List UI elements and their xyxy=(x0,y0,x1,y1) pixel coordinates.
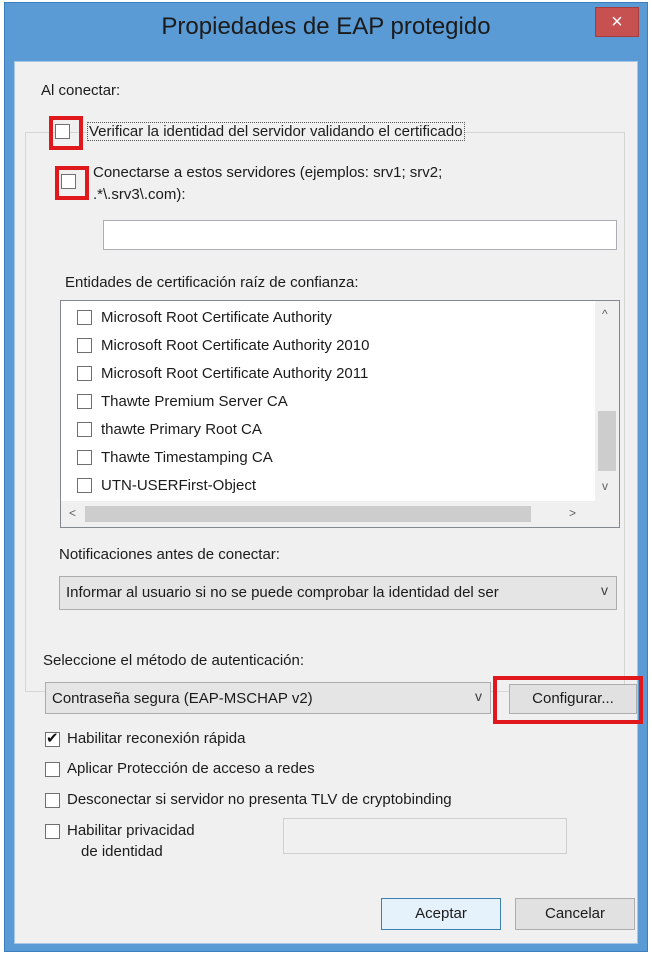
list-item[interactable]: thawte Primary Root CA xyxy=(61,417,591,445)
notifications-select[interactable]: Informar al usuario si no se puede compr… xyxy=(59,576,617,610)
identity-privacy-label-line2: de identidad xyxy=(81,843,163,860)
vertical-scroll-thumb[interactable] xyxy=(598,411,616,471)
list-item-checkbox[interactable] xyxy=(77,450,92,465)
servers-input[interactable] xyxy=(103,220,617,250)
scroll-down-icon[interactable]: v xyxy=(602,479,608,493)
cancel-button[interactable]: Cancelar xyxy=(515,898,635,930)
identity-privacy-input xyxy=(283,818,567,854)
horizontal-scrollbar[interactable]: < > xyxy=(61,501,619,527)
identity-privacy-label-line1: Habilitar privacidad xyxy=(67,822,195,839)
list-item-checkbox[interactable] xyxy=(77,338,92,353)
nap-label: Aplicar Protección de acceso a redes xyxy=(67,760,315,777)
list-item[interactable]: Thawte Premium Server CA xyxy=(61,389,591,417)
list-item-checkbox[interactable] xyxy=(77,366,92,381)
list-item-checkbox[interactable] xyxy=(77,394,92,409)
scroll-right-icon[interactable]: > xyxy=(569,506,576,520)
identity-privacy-checkbox[interactable] xyxy=(45,824,60,839)
dialog-title: Propiedades de EAP protegido xyxy=(161,13,491,40)
list-item[interactable]: UTN-USERFirst-Object xyxy=(61,473,591,501)
auth-method-label: Seleccione el método de autenticación: xyxy=(43,652,305,669)
ok-button[interactable]: Aceptar xyxy=(381,898,501,930)
chevron-down-icon: v xyxy=(601,582,608,598)
close-button[interactable]: × xyxy=(595,7,639,37)
list-item[interactable]: Thawte Timestamping CA xyxy=(61,445,591,473)
list-item-label: Microsoft Root Certificate Authority 201… xyxy=(101,365,369,382)
auth-method-selected: Contraseña segura (EAP-MSCHAP v2) xyxy=(52,690,313,707)
auth-method-select[interactable]: Contraseña segura (EAP-MSCHAP v2) v xyxy=(45,682,491,714)
connect-servers-label-line1: Conectarse a estos servidores (ejemplos:… xyxy=(93,164,443,181)
list-item-checkbox[interactable] xyxy=(77,310,92,325)
cryptobinding-label: Desconectar si servidor no presenta TLV … xyxy=(67,791,452,808)
list-item[interactable]: Microsoft Root Certificate Authority 201… xyxy=(61,361,591,389)
list-item[interactable]: Microsoft Root Certificate Authority 201… xyxy=(61,333,591,361)
fast-reconnect-label: Habilitar reconexión rápida xyxy=(67,730,246,747)
notifications-selected: Informar al usuario si no se puede compr… xyxy=(66,584,499,601)
trusted-root-list[interactable]: Microsoft Root Certificate Authority Mic… xyxy=(60,300,620,528)
scroll-up-icon[interactable]: ^ xyxy=(602,307,608,321)
trusted-root-label: Entidades de certificación raíz de confi… xyxy=(65,274,359,291)
highlight-connect-servers xyxy=(55,166,89,200)
connect-heading: Al conectar: xyxy=(41,82,121,99)
cryptobinding-checkbox[interactable] xyxy=(45,793,60,808)
title-bar[interactable]: Propiedades de EAP protegido × xyxy=(5,3,647,59)
chevron-down-icon: v xyxy=(475,688,482,704)
horizontal-scroll-thumb[interactable] xyxy=(85,506,531,522)
scroll-left-icon[interactable]: < xyxy=(69,506,76,520)
close-icon: × xyxy=(611,11,623,33)
list-item-label: Thawte Timestamping CA xyxy=(101,449,273,466)
list-item-label: Microsoft Root Certificate Authority 201… xyxy=(101,337,370,354)
list-item-label: UTN-USERFirst-Object xyxy=(101,477,257,494)
highlight-configure-button xyxy=(493,676,643,724)
list-item[interactable]: Microsoft Root Certificate Authority xyxy=(61,305,591,333)
list-item-label: Thawte Premium Server CA xyxy=(101,393,288,410)
connect-servers-label-line2: .*\.srv3\.com): xyxy=(93,186,186,203)
vertical-scrollbar[interactable]: ^ v xyxy=(595,301,619,501)
dialog-client-area: Al conectar: Verificar la identidad del … xyxy=(14,61,643,944)
eap-properties-dialog: Propiedades de EAP protegido × Al conect… xyxy=(4,2,648,952)
list-item-label: thawte Primary Root CA xyxy=(101,421,262,438)
list-item-checkbox[interactable] xyxy=(77,422,92,437)
verify-server-label[interactable]: Verificar la identidad del servidor vali… xyxy=(87,122,465,141)
highlight-verify-server xyxy=(49,116,83,150)
fast-reconnect-checkbox[interactable] xyxy=(45,729,60,747)
list-item-checkbox[interactable] xyxy=(77,478,92,493)
nap-checkbox[interactable] xyxy=(45,762,60,777)
list-item-label: Microsoft Root Certificate Authority xyxy=(101,309,332,326)
notifications-label: Notificaciones antes de conectar: xyxy=(59,546,280,563)
